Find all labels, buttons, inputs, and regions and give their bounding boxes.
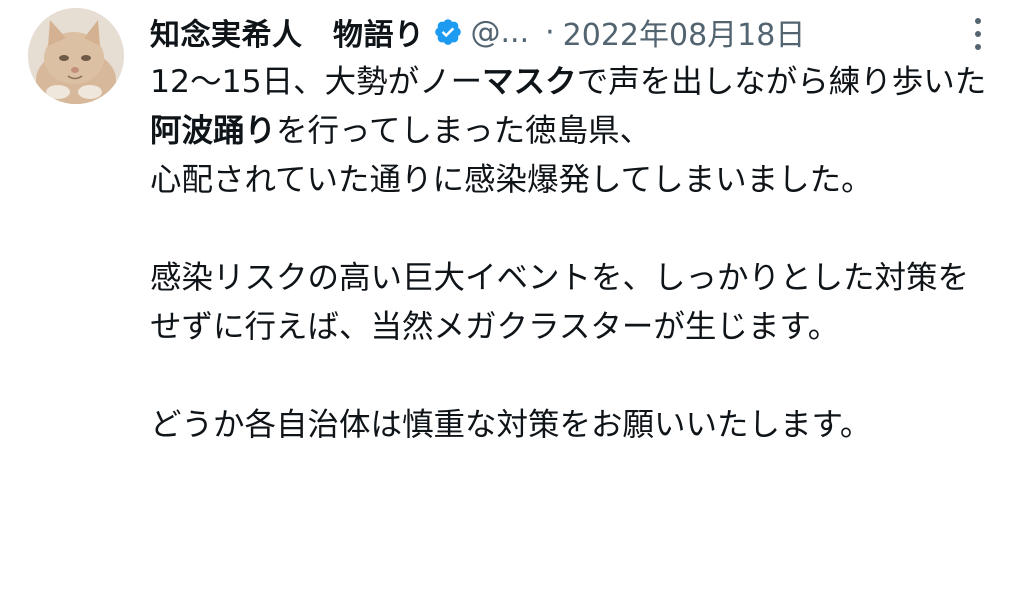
separator-dot: ·: [545, 14, 555, 50]
text-segment-bold: 阿波踊り: [150, 113, 277, 149]
text-segment: を行ってしまった徳島県、: [276, 113, 652, 149]
text-segment-bold: マスク: [482, 64, 577, 100]
avatar[interactable]: [28, 8, 124, 104]
author-handle[interactable]: @...: [471, 15, 530, 50]
text-segment: で声を出しながら練り歩いた: [576, 64, 987, 100]
verified-badge-icon: [433, 17, 463, 47]
text-segment: 12〜15日、大勢がノー: [150, 64, 483, 100]
tweet-timestamp[interactable]: 2022年08月18日: [563, 10, 806, 54]
cat-avatar-image: [28, 8, 124, 104]
author-display-name[interactable]: 知念実希人 物語り: [150, 10, 425, 54]
tweet-header: 知念実希人 物語り @... · 2022年08月18日: [150, 6, 805, 58]
paragraph-2: 感染リスクの高い巨大イベントを、しっかりとした対策をせずに行えば、当然メガクラス…: [150, 260, 970, 345]
more-vertical-icon[interactable]: [966, 14, 990, 54]
text-segment: 心配されていた通りに感染爆発してしまいました。: [150, 162, 873, 198]
tweet-card[interactable]: 知念実希人 物語り @... · 2022年08月18日 12〜15日、大勢がノ…: [0, 0, 1024, 610]
tweet-text: 12〜15日、大勢がノーマスクで声を出しながら練り歩いた阿波踊りを行ってしまった…: [150, 58, 1000, 450]
paragraph-3: どうか各自治体は慎重な対策をお願いいたします。: [150, 407, 872, 443]
paragraph-1: 12〜15日、大勢がノーマスクで声を出しながら練り歩いた阿波踊りを行ってしまった…: [150, 58, 1000, 205]
